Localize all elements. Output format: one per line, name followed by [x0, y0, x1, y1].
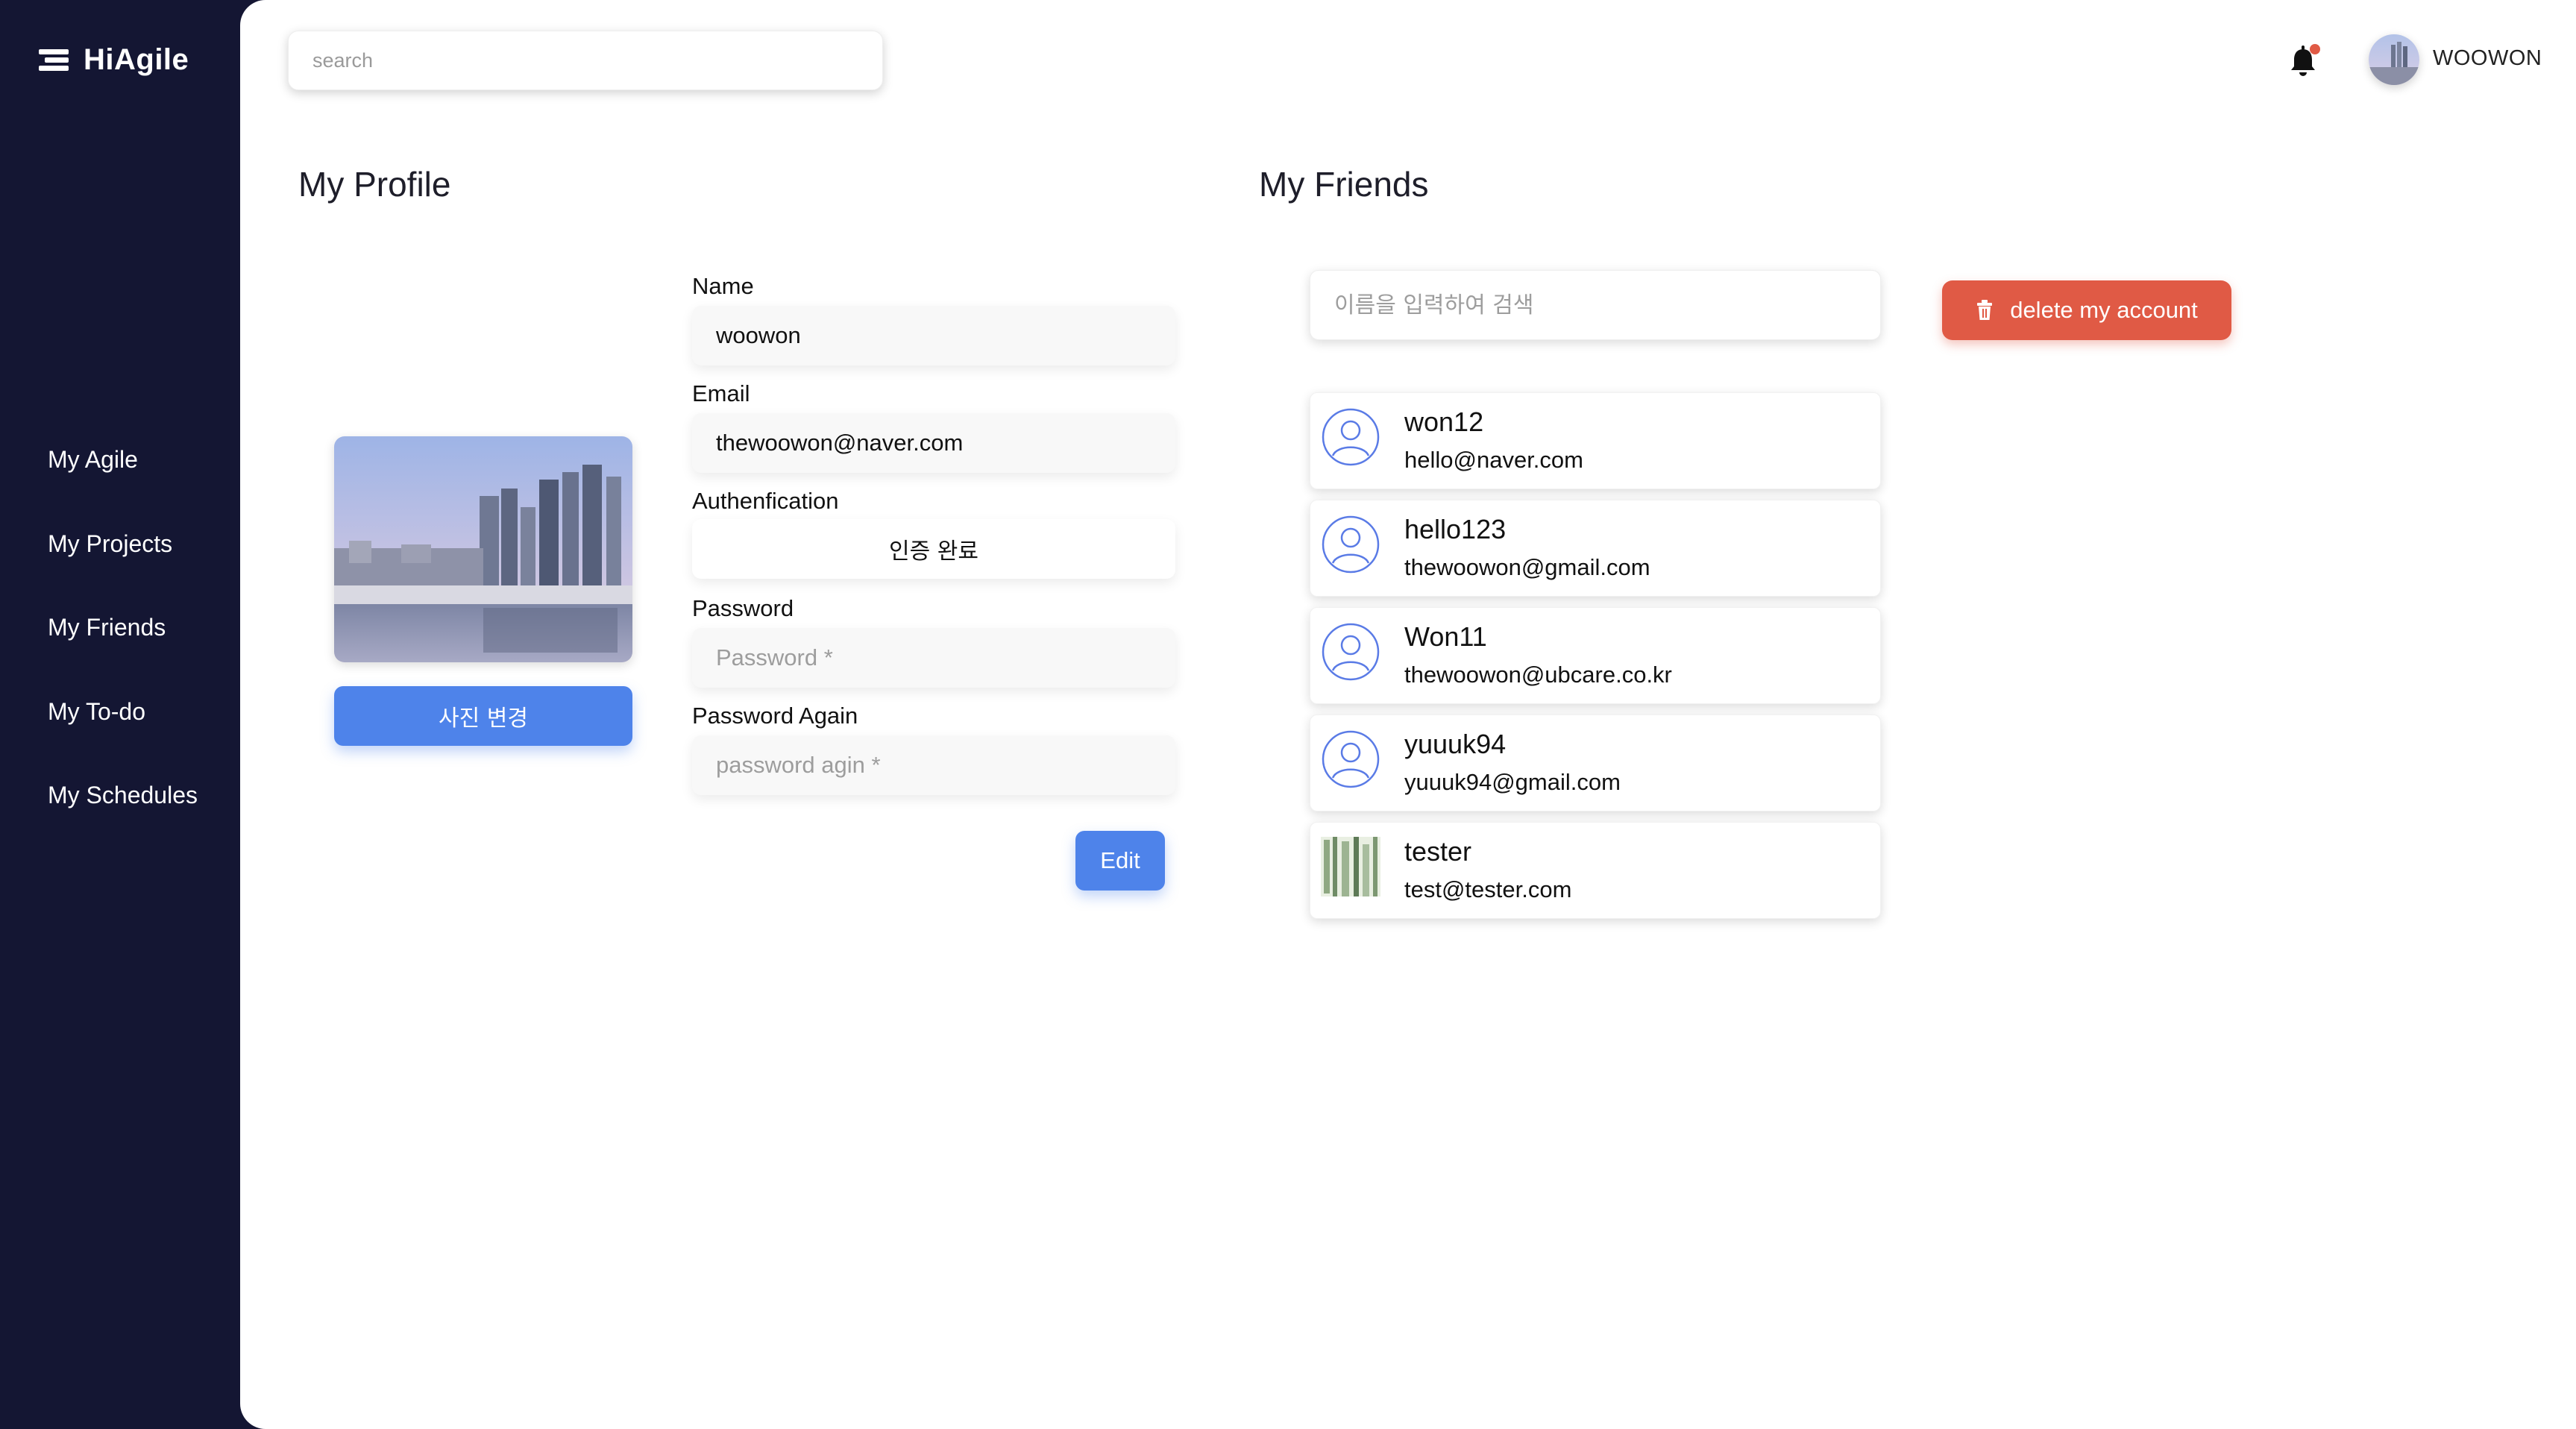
user-outline-icon: [1322, 730, 1380, 788]
username[interactable]: WOOWON: [2433, 46, 2542, 71]
user-outline-icon: [1322, 515, 1380, 574]
friend-list: won12 hello@naver.com hello123 thewoowon…: [1310, 392, 1881, 929]
friend-email: thewoowon@gmail.com: [1404, 554, 1650, 580]
password-field[interactable]: [692, 628, 1175, 688]
logo-icon: [39, 48, 69, 72]
page-title-profile: My Profile: [298, 165, 451, 204]
sidebar-item-my-projects[interactable]: My Projects: [48, 524, 198, 609]
change-photo-button[interactable]: 사진 변경: [334, 686, 632, 746]
friend-name: yuuuk94: [1404, 729, 1507, 759]
list-item[interactable]: Won11 thewoowon@ubcare.co.kr: [1310, 607, 1881, 704]
edit-button[interactable]: Edit: [1075, 831, 1165, 891]
auth-status-field: 인증 완료: [692, 519, 1175, 579]
trash-icon: [1977, 300, 1993, 320]
name-label: Name: [692, 273, 754, 299]
name-field[interactable]: [692, 306, 1175, 365]
friend-search-input[interactable]: [1310, 270, 1881, 340]
profile-photo: [334, 436, 632, 662]
list-item[interactable]: yuuuk94 yuuuk94@gmail.com: [1310, 714, 1881, 811]
list-item[interactable]: hello123 thewoowon@gmail.com: [1310, 500, 1881, 597]
friend-name: Won11: [1404, 621, 1487, 652]
password-again-label: Password Again: [692, 703, 858, 729]
sidebar-item-my-agile[interactable]: My Agile: [48, 440, 198, 524]
app-logo[interactable]: HiAgile: [39, 43, 189, 77]
app-name: HiAgile: [84, 43, 189, 76]
user-outline-icon: [1322, 623, 1380, 681]
sidebar-item-my-friends[interactable]: My Friends: [48, 608, 198, 692]
list-item[interactable]: won12 hello@naver.com: [1310, 392, 1881, 489]
password-again-field[interactable]: [692, 735, 1175, 795]
search-input[interactable]: [288, 31, 883, 90]
friend-email: thewoowon@ubcare.co.kr: [1404, 662, 1672, 688]
friend-name: hello123: [1404, 514, 1507, 544]
friend-name: won12: [1404, 406, 1484, 437]
friend-photo-thumbnail: [1321, 837, 1380, 896]
auth-label: Authenfication: [692, 488, 839, 514]
friend-email: yuuuk94@gmail.com: [1404, 769, 1621, 795]
sidebar-item-my-schedules[interactable]: My Schedules: [48, 776, 198, 860]
bell-icon[interactable]: [2288, 43, 2321, 79]
city-photo: [334, 436, 632, 662]
friend-email: test@tester.com: [1404, 876, 1572, 902]
friend-email: hello@naver.com: [1404, 447, 1583, 473]
friend-name: tester: [1404, 836, 1472, 867]
delete-account-label: delete my account: [2010, 297, 2198, 323]
avatar-photo: [2369, 34, 2419, 85]
sidebar-nav: My Agile My Projects My Friends My To-do…: [48, 440, 198, 860]
password-label: Password: [692, 595, 794, 621]
user-outline-icon: [1322, 408, 1380, 466]
sidebar-item-my-todo[interactable]: My To-do: [48, 692, 198, 776]
page-title-friends: My Friends: [1259, 165, 1429, 204]
delete-account-button[interactable]: delete my account: [1942, 280, 2231, 340]
email-field[interactable]: [692, 413, 1175, 473]
email-label: Email: [692, 380, 750, 406]
avatar[interactable]: [2369, 34, 2419, 85]
list-item[interactable]: tester test@tester.com: [1310, 822, 1881, 919]
sidebar: HiAgile My Agile My Projects My Friends …: [0, 0, 246, 1429]
notification-dot: [2310, 44, 2320, 54]
